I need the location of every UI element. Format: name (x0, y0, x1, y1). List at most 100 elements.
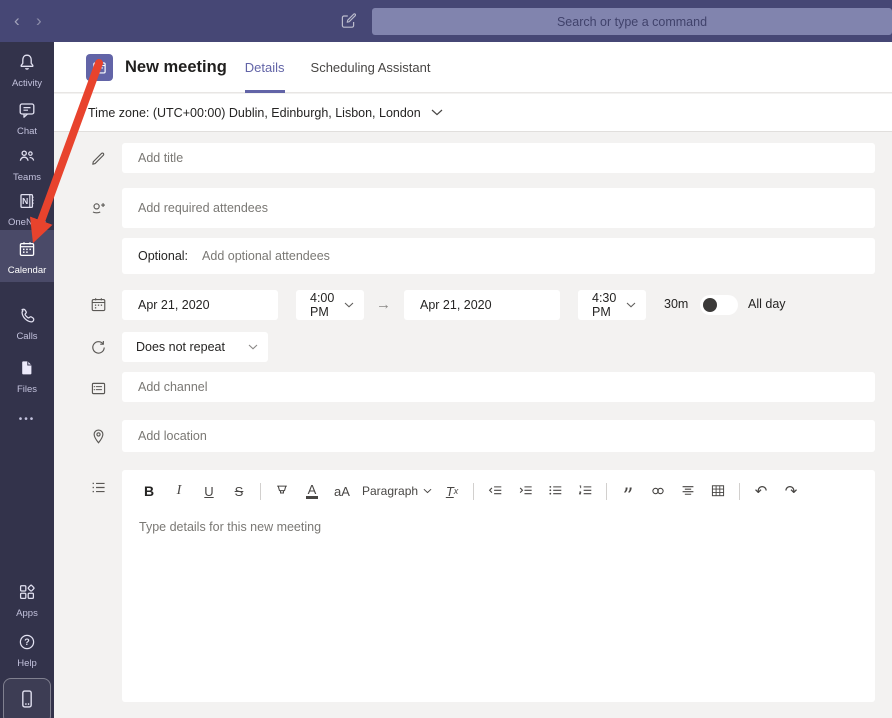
help-glyph: ? (24, 637, 30, 647)
pencil-icon (89, 149, 108, 168)
redo-button[interactable]: ↷ (778, 478, 804, 504)
teams-new-meeting-window: ‹ › Activity Chat (0, 0, 892, 718)
sidebar-item-activity[interactable]: Activity (0, 52, 54, 89)
apps-grid-icon (17, 582, 37, 602)
file-icon (17, 358, 37, 378)
start-time-value: 4:00 PM (310, 291, 344, 319)
tab-scheduling-assistant[interactable]: Scheduling Assistant (311, 42, 431, 93)
sidebar-item-label: Chat (0, 126, 54, 137)
italic-button[interactable]: I (166, 478, 192, 504)
sidebar-item-calls[interactable]: Calls (0, 305, 54, 342)
numbered-list-icon (576, 482, 594, 500)
paragraph-style-dropdown[interactable]: Paragraph (359, 478, 435, 504)
location-field-box (122, 420, 875, 452)
indent-icon (516, 482, 534, 500)
sidebar-item-teams[interactable]: Teams (0, 146, 54, 183)
undo-button[interactable]: ↶ (748, 478, 774, 504)
clear-formatting-button[interactable]: Tx (439, 478, 465, 504)
outdent-icon (486, 482, 504, 500)
sidebar-item-calendar[interactable]: Calendar (0, 230, 54, 282)
start-date-box (122, 290, 278, 320)
table-icon (709, 482, 727, 500)
meeting-title-input[interactable] (122, 143, 875, 173)
teams-people-icon (17, 146, 37, 166)
onenote-icon: N (17, 191, 37, 211)
toolbar-divider (739, 483, 740, 500)
toolbar-divider (606, 483, 607, 500)
sidebar-item-label: Activity (0, 78, 54, 89)
strikethrough-button[interactable]: S (226, 478, 252, 504)
phone-handset-icon (17, 305, 37, 325)
sidebar-item-apps[interactable]: Apps (0, 582, 54, 619)
font-size-button[interactable]: aA (329, 478, 355, 504)
details-placeholder: Type details for this new meeting (139, 520, 321, 534)
all-day-toggle[interactable] (700, 295, 738, 315)
mobile-app-button[interactable] (3, 678, 51, 718)
search-input[interactable] (372, 8, 892, 35)
channel-icon (89, 379, 108, 398)
more-apps-ellipsis[interactable]: ••• (0, 414, 54, 425)
required-attendees-input[interactable] (122, 188, 875, 228)
outdent-button[interactable] (482, 478, 508, 504)
compose-icon[interactable] (338, 11, 358, 31)
end-date-box (404, 290, 560, 320)
new-meeting-icon (86, 54, 113, 81)
all-day-label: All day (748, 297, 786, 311)
sidebar-item-label: Calls (0, 331, 54, 342)
optional-attendees-input[interactable]: Add optional attendees (202, 249, 330, 263)
sidebar-item-onenote[interactable]: N OneNote (0, 191, 54, 228)
underline-button[interactable]: U (196, 478, 222, 504)
chevron-down-icon (423, 488, 432, 494)
chevron-down-icon (431, 109, 443, 116)
sidebar-item-chat[interactable]: Chat (0, 100, 54, 137)
agenda-list-icon (89, 478, 108, 497)
indent-button[interactable] (512, 478, 538, 504)
calendar-glyph-icon (91, 59, 108, 76)
toolbar-divider (473, 483, 474, 500)
back-chevron-icon[interactable]: ‹ (14, 9, 20, 33)
location-input[interactable] (122, 420, 875, 452)
bold-button[interactable]: B (136, 478, 162, 504)
help-question-icon: ? (17, 632, 37, 652)
title-bar: ‹ › (0, 0, 892, 42)
formatting-toolbar: B I U S A aA Paragraph Tx (122, 470, 875, 508)
chevron-down-icon (344, 302, 354, 308)
repeat-dropdown[interactable]: Does not repeat (122, 332, 268, 362)
sidebar-item-files[interactable]: Files (0, 358, 54, 395)
required-attendees-box (122, 188, 875, 228)
tab-details[interactable]: Details (245, 42, 285, 93)
sidebar-item-label: Help (0, 658, 54, 669)
font-color-button[interactable]: A (306, 483, 319, 499)
timezone-selector[interactable]: Time zone: (UTC+00:00) Dublin, Edinburgh… (54, 94, 892, 132)
title-field-box (122, 143, 875, 173)
numbered-list-button[interactable] (572, 478, 598, 504)
sidebar-item-label: Apps (0, 608, 54, 619)
highlighter-icon (273, 482, 291, 500)
chat-bubble-icon (17, 100, 37, 120)
sidebar-item-help[interactable]: ? Help (0, 632, 54, 669)
repeat-icon (89, 338, 108, 357)
clear-format-t: T (446, 484, 454, 499)
forward-chevron-icon[interactable]: › (36, 9, 42, 33)
horizontal-rule-button[interactable] (675, 478, 701, 504)
sidebar-item-label: Calendar (0, 265, 54, 276)
quote-button[interactable]: ” (615, 478, 641, 504)
repeat-value: Does not repeat (136, 340, 248, 354)
channel-input[interactable] (122, 372, 875, 402)
bullet-list-button[interactable] (542, 478, 568, 504)
highlight-button[interactable] (269, 478, 295, 504)
insert-link-button[interactable] (645, 478, 671, 504)
insert-table-button[interactable] (705, 478, 731, 504)
calendar-icon (17, 239, 37, 259)
end-time-dropdown[interactable]: 4:30 PM (578, 290, 646, 320)
end-date-input[interactable] (404, 290, 560, 320)
clear-format-x: x (454, 486, 459, 496)
start-date-input[interactable] (122, 290, 278, 320)
meeting-details-editor[interactable]: B I U S A aA Paragraph Tx (122, 470, 875, 702)
toolbar-divider (260, 483, 261, 500)
toggle-knob (703, 298, 717, 312)
main-content: New meeting Details Scheduling Assistant… (54, 42, 892, 718)
optional-label: Optional: (138, 249, 188, 263)
start-time-dropdown[interactable]: 4:00 PM (296, 290, 364, 320)
timezone-label: Time zone: (UTC+00:00) Dublin, Edinburgh… (88, 106, 421, 120)
